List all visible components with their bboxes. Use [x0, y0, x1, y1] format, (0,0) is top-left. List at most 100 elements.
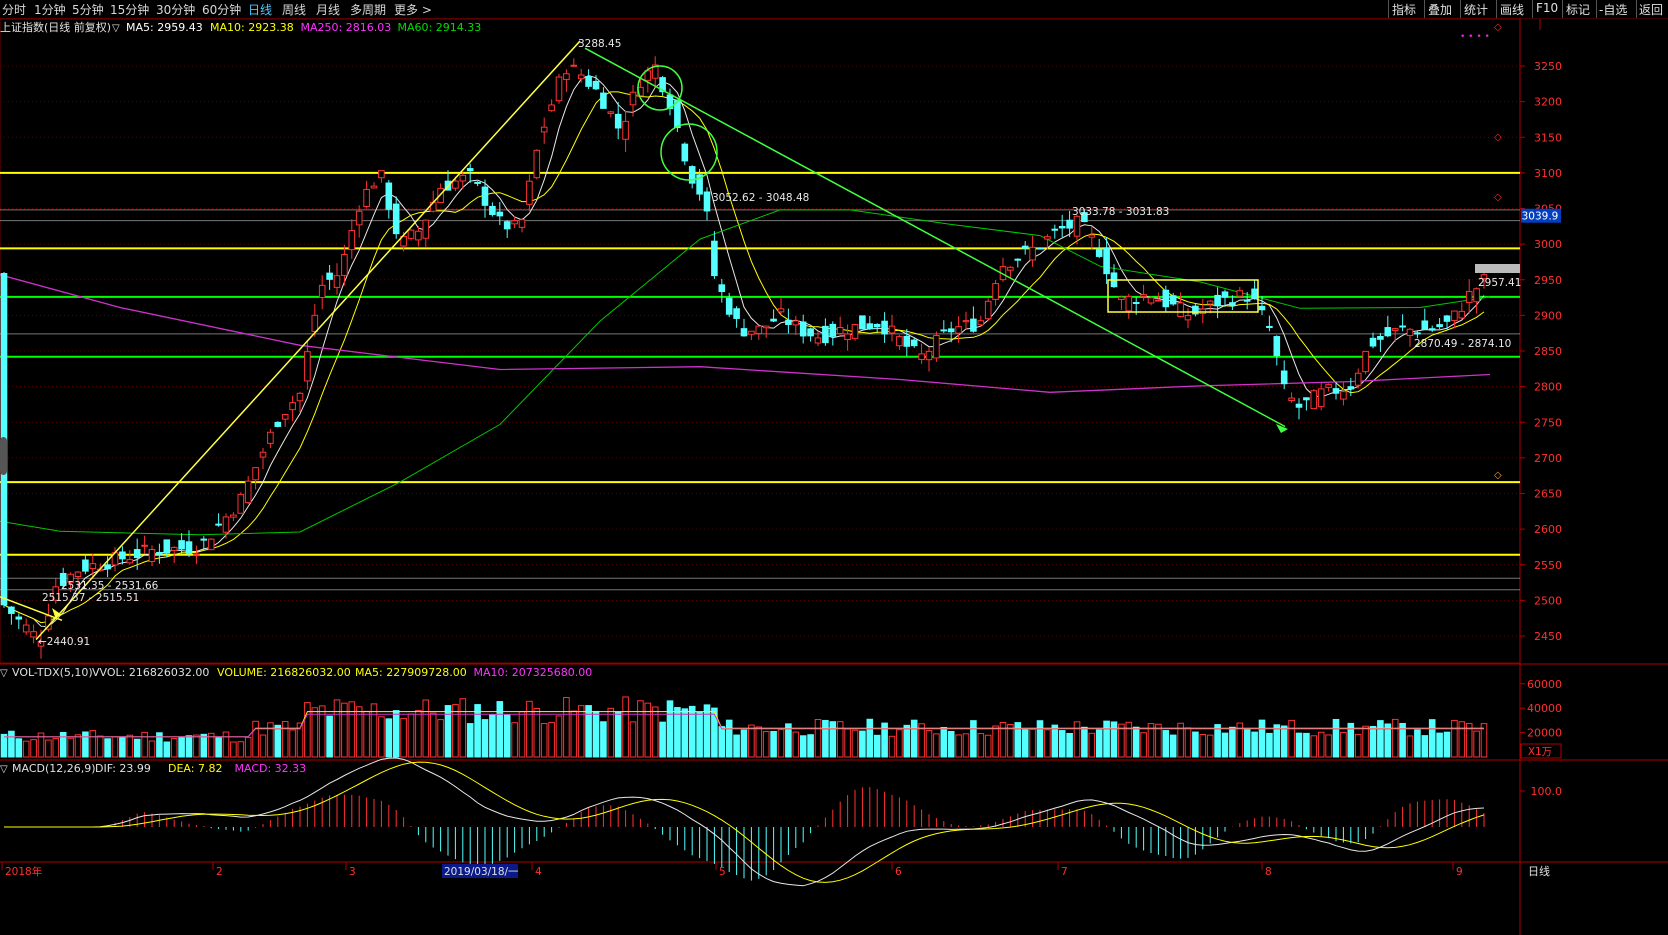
volume-bar: [1317, 731, 1325, 758]
candle-up: [836, 326, 844, 335]
volume-bar: [1110, 721, 1118, 758]
candle-up: [378, 170, 385, 179]
candle-down: [940, 329, 948, 332]
candle-up: [452, 180, 459, 189]
candle-down: [496, 211, 504, 217]
volume-bar: [977, 733, 985, 758]
candle-up: [755, 325, 763, 334]
volume-bar: [178, 736, 185, 758]
volume-bar: [1369, 725, 1377, 758]
candle-down: [8, 606, 15, 614]
volume-bar: [600, 721, 607, 758]
candle-down: [711, 240, 718, 277]
volume-bar: [925, 730, 933, 758]
volume-bar: [1014, 722, 1022, 758]
candle-up: [407, 229, 415, 239]
volume-bar: [622, 696, 629, 758]
date-tick-label: 4: [535, 866, 542, 878]
volume-bar: [1406, 735, 1414, 758]
candle-down: [785, 319, 792, 325]
volume-title: VOL-TDX(5,10): [12, 666, 93, 679]
volume-bar: [755, 726, 763, 758]
candle-up: [992, 283, 999, 300]
volume-bar: [1214, 724, 1221, 758]
candle-up: [896, 336, 903, 347]
candle-down: [185, 541, 193, 555]
candle-up: [207, 538, 215, 551]
candle-up: [533, 149, 541, 179]
volume-tick-label: 20000: [1527, 727, 1562, 740]
volume-indicator-label: VVOL: 216826032.00: [92, 666, 209, 679]
candle-up: [962, 320, 970, 323]
price-tick-label: 2900: [1534, 309, 1562, 322]
volume-bar: [1266, 732, 1273, 758]
volume-bar: [1021, 729, 1029, 758]
volume-bar: [215, 737, 222, 758]
volume-bar: [1421, 735, 1429, 758]
candle-down: [947, 328, 955, 333]
volume-bar: [585, 705, 592, 758]
volume-bar: [533, 707, 541, 758]
volume-bar: [1140, 732, 1147, 758]
price-tick-label: 3100: [1534, 167, 1562, 180]
candle-down: [1251, 288, 1258, 299]
volume-bar: [674, 707, 681, 758]
volume-bar: [429, 712, 437, 758]
volume-bar: [244, 736, 252, 758]
volume-bar: [15, 738, 23, 758]
volume-bar: [992, 725, 999, 758]
price-tick-label: 2600: [1534, 523, 1562, 536]
volume-bar: [866, 718, 874, 758]
candle-up: [311, 314, 319, 332]
volume-bar: [792, 731, 800, 758]
ma-indicator-label: MA10: 2923.38: [210, 21, 294, 34]
candle-up: [925, 350, 933, 361]
volume-bar: [8, 730, 15, 758]
volume-bar: [222, 731, 230, 758]
candle-up: [540, 126, 548, 133]
volume-bar: [1206, 734, 1214, 758]
diamond-icon: ◇: [1494, 192, 1502, 203]
volume-bar: [1280, 725, 1288, 758]
stock-chart[interactable]: 上证指数(日线 前复权) ▽ MA5: 2959.43 MA10: 2923.38 MA…: [0, 0, 1668, 935]
volume-bar: [326, 715, 333, 758]
volume-bar: [1377, 720, 1384, 758]
price-annotation: ←2440.91: [38, 636, 90, 648]
candle-down: [873, 323, 881, 328]
candle-up: [1007, 266, 1014, 271]
volume-bar: [52, 737, 60, 758]
volume-bar: [629, 721, 637, 758]
candle-down: [481, 186, 489, 206]
date-tick-label: 2: [216, 866, 223, 878]
volume-bar: [96, 735, 104, 758]
chart-title: 上证指数(日线 前复权): [0, 20, 111, 34]
volume-bar: [489, 714, 496, 758]
volume-bar: [1310, 735, 1318, 758]
macd-indicator-label: MACD: 32.33: [235, 762, 307, 775]
volume-bar: [67, 737, 74, 758]
candle-down: [1229, 302, 1236, 307]
volume-bar: [1169, 734, 1177, 758]
volume-indicator-label: MA5: 227909728.00: [355, 666, 467, 679]
candle-down: [740, 328, 748, 337]
macd-indicator-label: DIF: 23.99: [95, 762, 151, 775]
volume-bar: [1436, 732, 1443, 758]
volume-bar: [281, 720, 289, 758]
price-tick-label: 2500: [1534, 594, 1562, 607]
candle-down: [119, 551, 126, 560]
volume-bar: [304, 702, 311, 758]
candle-up: [267, 431, 274, 444]
candle-up: [1288, 397, 1295, 402]
candle-up: [1465, 290, 1473, 303]
volume-bar: [1199, 734, 1207, 758]
price-tick-label: 3200: [1534, 96, 1562, 109]
volume-bar: [444, 705, 452, 758]
volume-tick-label: 40000: [1527, 702, 1562, 715]
price-annotation: 2870.49 - 2874.10: [1414, 338, 1511, 350]
candle-down: [1280, 370, 1288, 385]
side-panel-handle[interactable]: [0, 437, 7, 475]
volume-bar: [518, 711, 526, 758]
volume-bar: [1103, 720, 1110, 758]
volume-bar: [59, 731, 67, 758]
candle-down: [15, 616, 23, 620]
